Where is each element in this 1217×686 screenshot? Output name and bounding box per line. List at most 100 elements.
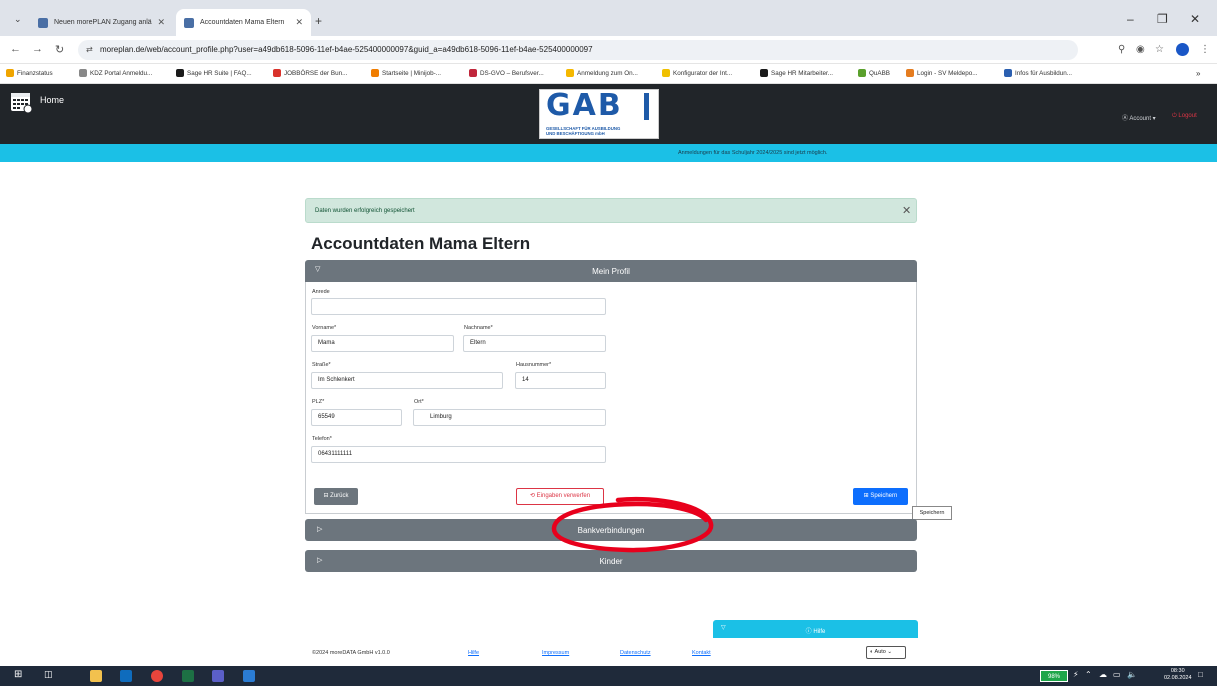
site-settings-icon[interactable]: ⇄ <box>86 40 93 60</box>
logo-bar <box>644 93 649 120</box>
theme-select[interactable]: ◐ Auto ⌄ <box>866 646 906 659</box>
bookmark-favicon-icon <box>79 69 87 77</box>
clock-time: 08:30 <box>1170 668 1185 674</box>
maximize-icon[interactable]: ❐ <box>1157 12 1168 26</box>
footer-link-hilfe[interactable]: Hilfe <box>468 650 479 656</box>
url-input[interactable]: ⇄ moreplan.de/web/account_profile.php?us… <box>78 40 1078 60</box>
bookmark-item[interactable]: Login - SV Meldepo... <box>906 69 978 77</box>
ort-label: Ort* <box>414 399 424 405</box>
save-button[interactable]: ⊞ Speichern <box>853 488 908 505</box>
zoom-icon[interactable]: ⚲ <box>1118 44 1125 55</box>
bookmark-favicon-icon <box>858 69 866 77</box>
display-icon[interactable]: ▭ <box>1113 670 1121 679</box>
footer-link-impressum[interactable]: Impressum <box>542 650 569 656</box>
bookmark-favicon-icon <box>1004 69 1012 77</box>
reload-icon[interactable]: ↻ <box>55 43 64 56</box>
clock-date: 02.08.2024 <box>1164 675 1192 681</box>
hausnummer-field[interactable]: 14 <box>515 372 606 389</box>
bookmarks-overflow-button[interactable]: » <box>1196 69 1200 78</box>
profile-panel-header[interactable]: ▽ Mein Profil <box>305 260 917 282</box>
nachname-label: Nachname* <box>464 325 493 331</box>
task-view-icon[interactable]: ◫ <box>44 669 56 681</box>
bookmark-favicon-icon <box>906 69 914 77</box>
footer-link-datenschutz[interactable]: Datenschutz <box>620 650 651 656</box>
battery-indicator[interactable]: 98% <box>1040 670 1068 682</box>
strasse-field[interactable]: Im Schlenkert <box>311 372 503 389</box>
network-icon[interactable]: ☁ <box>1099 670 1107 679</box>
discard-changes-button[interactable]: ⟲ Eingaben verwerfen <box>516 488 604 505</box>
footer-link-kontakt[interactable]: Kontakt <box>692 650 711 656</box>
bookmark-item[interactable]: Finanzstatus <box>6 69 53 77</box>
power-plug-icon[interactable]: ⚡ <box>1073 670 1079 679</box>
help-panel-toggle[interactable]: ▽ ⓘ Hilfe <box>713 620 918 638</box>
nachname-field[interactable]: Eltern <box>463 335 606 352</box>
volume-icon[interactable]: 🔈 <box>1127 670 1137 679</box>
browser-tab-bar: ⌄ Neuen morePLAN Zugang anlä ✕ Accountda… <box>0 0 1217 36</box>
tab-list-chevron-icon[interactable]: ⌄ <box>14 14 22 25</box>
logo-text: GAB <box>546 88 623 123</box>
bookmark-item[interactable]: QuABB <box>858 69 890 77</box>
bookmark-item[interactable]: Sage HR Suite | FAQ... <box>176 69 252 77</box>
address-bar-row: ← → ↻ ⇄ moreplan.de/web/account_profile.… <box>0 36 1217 64</box>
bookmark-item[interactable]: Anmeldung zum On... <box>566 69 638 77</box>
children-panel-header[interactable]: ▷ Kinder <box>305 550 917 572</box>
browser-menu-icon[interactable]: ⋮ <box>1200 44 1210 55</box>
notice-text: Anmeldungen für das Schuljahr 2024/2025 … <box>678 150 828 156</box>
bookmark-favicon-icon <box>469 69 477 77</box>
teams-icon[interactable] <box>212 670 224 682</box>
close-window-icon[interactable]: ✕ <box>1190 12 1200 26</box>
windows-start-icon[interactable]: ⊞ <box>14 669 26 681</box>
bookmark-favicon-icon <box>371 69 379 77</box>
bookmark-item[interactable]: Konfigurator der Int... <box>662 69 732 77</box>
profile-avatar[interactable] <box>1176 43 1189 56</box>
page-title: Accountdaten Mama Eltern <box>311 234 531 253</box>
telefon-label: Telefon* <box>312 436 332 442</box>
tray-chevron-icon[interactable]: ⌃ <box>1085 670 1092 679</box>
telefon-field[interactable]: 06431111111 <box>311 446 606 463</box>
hausnummer-label: Hausnummer* <box>516 362 552 368</box>
bookmark-favicon-icon <box>6 69 14 77</box>
vorname-field[interactable]: Mama <box>311 335 454 352</box>
bookmark-favicon-icon <box>273 69 281 77</box>
browser-tab-1[interactable]: Neuen morePLAN Zugang anlä ✕ <box>30 9 173 36</box>
browser-tab-2[interactable]: Accountdaten Mama Eltern ✕ <box>176 9 311 36</box>
panel-title: Bankverbindungen <box>577 526 645 535</box>
account-dropdown[interactable]: Ⓐ Account ▾ <box>1122 113 1156 122</box>
bookmark-item[interactable]: Sage HR Mitarbeiter... <box>760 69 833 77</box>
bookmark-favicon-icon <box>662 69 670 77</box>
new-tab-plus-icon[interactable]: + <box>315 14 322 28</box>
ort-field[interactable]: Limburg <box>413 409 606 426</box>
anrede-select[interactable] <box>311 298 606 315</box>
bookmark-item[interactable]: KDZ Portal Anmeldu... <box>79 69 152 77</box>
file-explorer-icon[interactable] <box>90 670 102 682</box>
home-link[interactable]: Home <box>40 95 64 105</box>
close-tab-icon[interactable]: ✕ <box>295 17 303 28</box>
logout-link[interactable]: ⏻ Logout <box>1172 113 1197 120</box>
location-pin-icon[interactable]: ◉ <box>1136 44 1145 55</box>
plz-label: PLZ* <box>312 399 325 405</box>
bookmarks-bar: Finanzstatus KDZ Portal Anmeldu... Sage … <box>0 64 1217 84</box>
plz-field[interactable]: 65549 <box>311 409 402 426</box>
bank-accounts-panel-header[interactable]: ▷ Bankverbindungen <box>305 519 917 541</box>
forward-arrow-icon[interactable]: → <box>32 43 43 55</box>
back-arrow-icon[interactable]: ← <box>10 43 21 55</box>
bookmark-item[interactable]: JOBBÖRSE der Bun... <box>273 69 347 77</box>
chrome-icon[interactable] <box>151 670 163 682</box>
bookmark-item[interactable]: DS-GVO – Berufsver... <box>469 69 544 77</box>
close-icon[interactable]: ✕ <box>902 204 911 217</box>
outlook-icon[interactable] <box>120 670 132 682</box>
bookmark-item[interactable]: Startseite | Minijob-... <box>371 69 441 77</box>
back-button[interactable]: ⊟ Zurück <box>314 488 358 505</box>
close-tab-icon[interactable]: ✕ <box>157 17 165 28</box>
minimize-icon[interactable]: – <box>1127 12 1134 26</box>
taskbar-clock[interactable]: 08:30 02.08.2024 <box>1164 668 1192 682</box>
word-icon[interactable] <box>243 670 255 682</box>
bookmark-item[interactable]: Infos für Ausbildun... <box>1004 69 1072 77</box>
bookmark-star-icon[interactable]: ☆ <box>1155 44 1164 55</box>
tab-title: Neuen morePLAN Zugang anlä <box>54 19 152 26</box>
bookmark-favicon-icon <box>176 69 184 77</box>
calendar-logo-icon[interactable] <box>11 91 33 113</box>
notifications-icon[interactable]: □ <box>1198 670 1203 679</box>
logo-subtitle: UND BESCHÄFTIGUNG mbH <box>546 131 605 136</box>
excel-icon[interactable] <box>182 670 194 682</box>
